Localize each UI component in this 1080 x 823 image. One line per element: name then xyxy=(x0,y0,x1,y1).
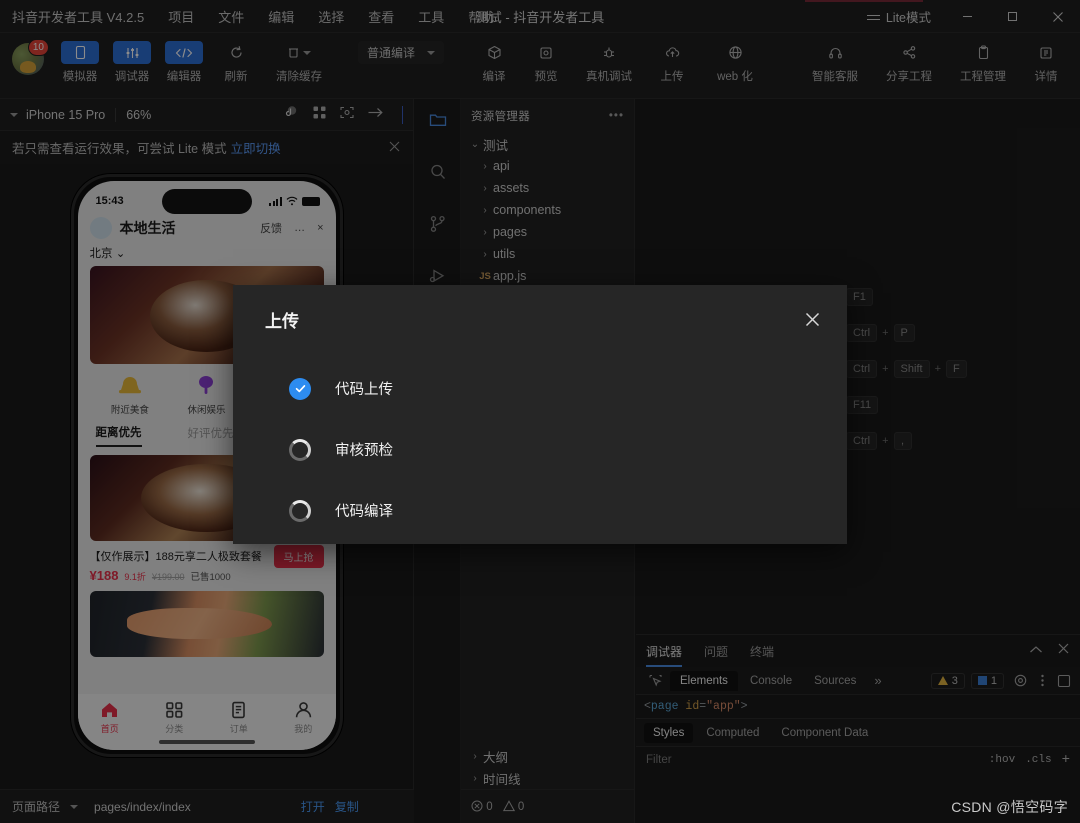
loading-spinner-icon xyxy=(289,499,311,522)
dialog-close-button[interactable] xyxy=(804,311,821,328)
step-status xyxy=(287,437,313,463)
step-status xyxy=(287,376,313,402)
dialog-header: 上传 xyxy=(233,285,847,332)
app-window: 抖音开发者工具 V4.2.5 项目 文件 编辑 选择 查看 工具 帮助 测试 -… xyxy=(0,0,1080,823)
close-icon xyxy=(805,312,820,327)
step-status xyxy=(287,498,313,524)
dynamic-island xyxy=(161,189,252,214)
dialog-title: 上传 xyxy=(265,312,299,331)
watermark: CSDN @悟空码字 xyxy=(951,799,1068,815)
step-label: 代码编译 xyxy=(335,504,393,520)
upload-step-code-upload: 代码上传 xyxy=(233,358,847,419)
upload-step-review-precheck: 审核预检 xyxy=(233,419,847,480)
upload-step-code-compile: 代码编译 xyxy=(233,480,847,541)
check-circle-icon xyxy=(289,377,311,400)
upload-dialog: 上传 代码上传 审核预检 代码编译 xyxy=(233,285,847,544)
loading-spinner-icon xyxy=(289,438,311,461)
step-label: 审核预检 xyxy=(335,443,393,459)
step-label: 代码上传 xyxy=(335,382,393,398)
upload-steps: 代码上传 审核预检 代码编译 xyxy=(233,332,847,541)
